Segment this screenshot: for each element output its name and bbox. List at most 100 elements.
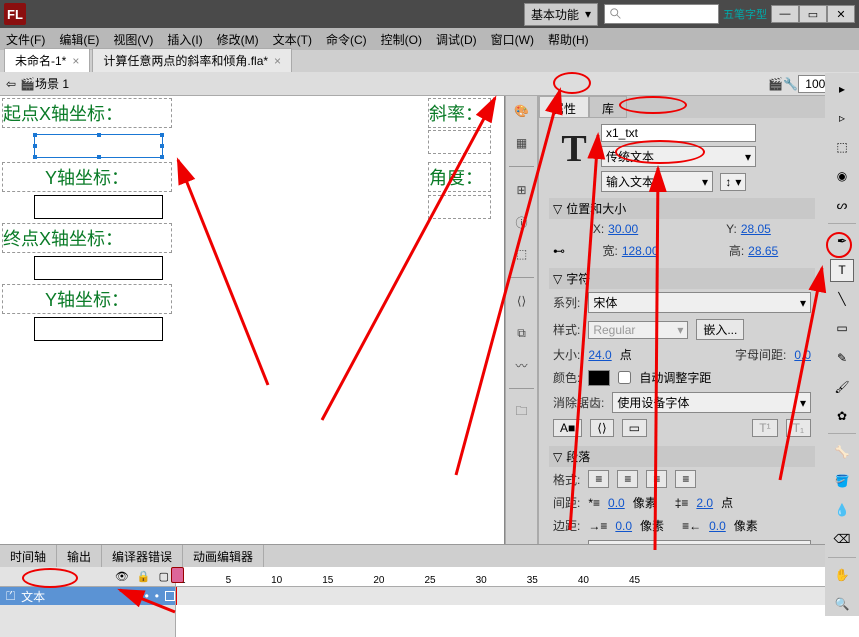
menu-item[interactable]: 视图(V)	[113, 31, 153, 48]
selection-tool[interactable]: ▸	[830, 77, 854, 100]
font-family-combo[interactable]: 宋体 ▾	[588, 292, 811, 313]
layer-row[interactable]: ⏍ 文本 ✎ • •	[0, 587, 175, 605]
auto-kern-checkbox[interactable]	[618, 371, 631, 384]
paint-bucket-tool[interactable]: 🪣	[830, 469, 854, 492]
document-tab[interactable]: 计算任意两点的斜率和倾角.fla*×	[92, 48, 292, 72]
document-tab[interactable]: 未命名-1*×	[4, 48, 90, 72]
menu-item[interactable]: 控制(O)	[381, 31, 422, 48]
h-value[interactable]: 28.65	[748, 244, 778, 258]
bottom-tab[interactable]: 输出	[57, 545, 102, 567]
border-button[interactable]: ▭	[622, 419, 647, 437]
transform-icon[interactable]: ⬚	[511, 243, 533, 265]
selected-text-field[interactable]	[34, 134, 163, 158]
bottom-tab[interactable]: 时间轴	[0, 545, 57, 567]
edit-symbol-icon[interactable]: 🔧	[783, 77, 798, 91]
pen-tool[interactable]: ✒	[830, 230, 854, 253]
align-icon[interactable]: ⊞	[511, 179, 533, 201]
layer-visible-dot[interactable]: •	[145, 589, 149, 603]
selectable-button[interactable]: A■	[553, 419, 582, 437]
align-justify-button[interactable]: ≡	[675, 470, 696, 488]
code-snippets-icon[interactable]: ⟨⟩	[511, 290, 533, 312]
components-icon[interactable]: ⧉	[511, 322, 533, 344]
subselection-tool[interactable]: ▹	[830, 106, 854, 129]
swatches-icon[interactable]: ▦	[511, 132, 533, 154]
y-value[interactable]: 28.05	[741, 222, 771, 236]
embed-button[interactable]: 嵌入...	[696, 319, 744, 340]
bottom-tab[interactable]: 动画编辑器	[183, 545, 264, 567]
antialias-combo[interactable]: 使用设备字体 ▾	[612, 392, 811, 413]
w-value[interactable]: 128.00	[622, 244, 659, 258]
lock-aspect-icon[interactable]: ⊷	[553, 244, 565, 258]
align-center-button[interactable]: ≡	[617, 470, 638, 488]
tab-library[interactable]: 库	[589, 96, 627, 118]
orientation-combo[interactable]: ↕▾	[720, 173, 746, 191]
playhead[interactable]	[176, 587, 177, 605]
eye-column-icon[interactable]: 👁	[115, 570, 129, 583]
bottom-tab[interactable]: 编译器错误	[102, 545, 183, 567]
bone-tool[interactable]: 🦴	[830, 440, 854, 463]
menu-item[interactable]: 修改(M)	[217, 31, 259, 48]
eyedropper-tool[interactable]: 💧	[830, 499, 854, 522]
3d-rotation-tool[interactable]: ◉	[830, 164, 854, 187]
workspace-switcher[interactable]: 基本功能 ▾	[524, 3, 598, 26]
stage[interactable]: 起点X轴坐标： Y轴坐标： 终点X轴坐标： Y轴坐标：	[0, 96, 504, 544]
instance-name-input[interactable]	[601, 124, 756, 142]
menu-item[interactable]: 插入(I)	[167, 31, 202, 48]
close-icon[interactable]: ×	[274, 54, 281, 68]
input-endx[interactable]	[34, 256, 163, 280]
free-transform-tool[interactable]: ⬚	[830, 135, 854, 158]
menu-item[interactable]: 窗口(W)	[491, 31, 534, 48]
hand-tool[interactable]: ✋	[830, 564, 854, 587]
deco-tool[interactable]: ✿	[830, 404, 854, 427]
menu-item[interactable]: 文本(T)	[273, 31, 312, 48]
project-icon[interactable]: 🗀	[511, 401, 533, 423]
section-character[interactable]: ▽ 字符	[549, 268, 815, 289]
maximize-button[interactable]: ▭	[799, 5, 827, 23]
outline-column-icon[interactable]: ▢	[159, 570, 169, 583]
lasso-tool[interactable]: ᔕ	[830, 193, 854, 216]
line-tool[interactable]: ╲	[830, 288, 854, 311]
align-right-button[interactable]: ≡	[646, 470, 667, 488]
layer-outline-swatch[interactable]	[165, 591, 175, 601]
section-paragraph[interactable]: ▽ 段落	[549, 446, 815, 467]
section-position[interactable]: ▽ 位置和大小	[549, 198, 815, 219]
behavior-combo[interactable]: 单行 ▾	[588, 540, 811, 544]
menu-item[interactable]: 文件(F)	[6, 31, 45, 48]
brush-tool[interactable]: 🖌	[830, 375, 854, 398]
right-margin-value[interactable]: 0.0	[709, 519, 726, 533]
render-html-button[interactable]: ⟨⟩	[590, 419, 613, 437]
minimize-button[interactable]: —	[771, 5, 799, 23]
close-button[interactable]: ✕	[827, 5, 855, 23]
pencil-tool[interactable]: ✎	[830, 346, 854, 369]
left-margin-value[interactable]: 0.0	[615, 519, 632, 533]
menu-item[interactable]: 帮助(H)	[548, 31, 589, 48]
layer-lock-dot[interactable]: •	[155, 589, 159, 603]
input-y2[interactable]	[34, 317, 163, 341]
close-icon[interactable]: ×	[72, 54, 79, 68]
input-y1[interactable]	[34, 195, 163, 219]
menu-item[interactable]: 编辑(E)	[59, 31, 99, 48]
color-icon[interactable]: 🎨	[511, 100, 533, 122]
zoom-tool[interactable]: 🔍	[830, 593, 854, 616]
frame-track[interactable]	[176, 587, 859, 605]
edit-scene-icon[interactable]: 🎬	[768, 77, 783, 91]
text-tool[interactable]: T	[830, 259, 854, 282]
color-swatch[interactable]	[588, 370, 610, 386]
rectangle-tool[interactable]: ▭	[830, 317, 854, 340]
tab-properties[interactable]: 属性	[539, 96, 589, 118]
scene-back-icon[interactable]: ⇦	[6, 77, 16, 91]
search-input[interactable]	[604, 4, 719, 24]
menu-item[interactable]: 命令(C)	[326, 31, 367, 48]
motion-icon[interactable]: 〰	[511, 354, 533, 376]
menu-item[interactable]: 调试(D)	[436, 31, 477, 48]
lock-column-icon[interactable]: 🔒	[137, 570, 151, 583]
align-left-button[interactable]: ≡	[588, 470, 609, 488]
indent-value[interactable]: 0.0	[608, 496, 625, 510]
eraser-tool[interactable]: ⌫	[830, 528, 854, 551]
text-type-combo[interactable]: 输入文本 ▾	[601, 171, 713, 192]
letter-value[interactable]: 0.0	[794, 348, 811, 362]
info-icon[interactable]: ⓘ	[511, 211, 533, 233]
size-value[interactable]: 24.0	[588, 348, 611, 362]
line-spacing-value[interactable]: 2.0	[696, 496, 713, 510]
x-value[interactable]: 30.00	[608, 222, 638, 236]
